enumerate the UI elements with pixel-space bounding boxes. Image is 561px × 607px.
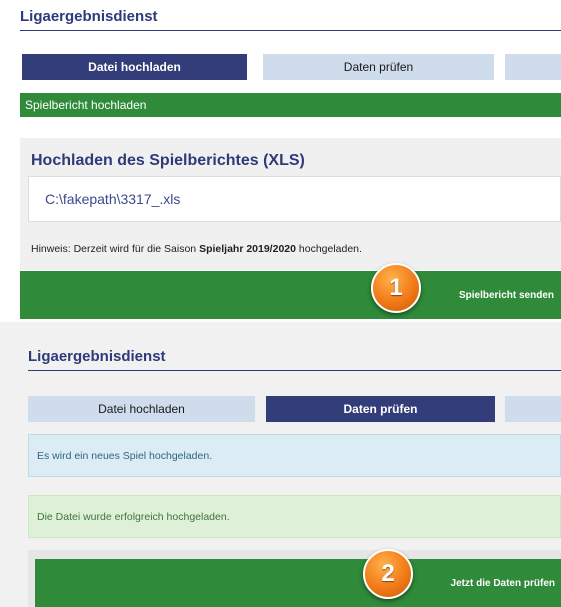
hint-suffix: hochgeladen. xyxy=(295,243,362,255)
app-title: Ligaergebnisdienst xyxy=(20,8,158,25)
hint-season: Spieljahr 2019/2020 xyxy=(199,243,296,255)
step-2-marker: 2 xyxy=(363,549,413,599)
submit-spielbericht-button[interactable]: Spielbericht senden xyxy=(20,271,561,319)
tab-daten-pruefen[interactable]: Daten prüfen xyxy=(263,54,494,80)
card-title: Hochladen des Spielberichtes (XLS) xyxy=(31,152,305,169)
upload-screen: Ligaergebnisdienst Datei hochladen Daten… xyxy=(0,0,561,322)
step-1-marker: 1 xyxy=(371,263,421,313)
upload-card: Hochladen des Spielberichtes (XLS) C:\fa… xyxy=(20,138,561,270)
tab-next[interactable] xyxy=(505,54,561,80)
tab-datei-hochladen-2[interactable]: Datei hochladen xyxy=(28,396,255,422)
hint-prefix: Hinweis: Derzeit wird für die Saison xyxy=(31,243,200,255)
tab-next-2[interactable] xyxy=(505,396,561,422)
title-divider xyxy=(20,30,561,31)
section-header-spielbericht: Spielbericht hochladen xyxy=(20,93,561,117)
check-label: Jetzt die Daten prüfen xyxy=(450,577,555,589)
check-screen: Ligaergebnisdienst Datei hochladen Daten… xyxy=(0,322,561,607)
file-input[interactable]: C:\fakepath\3317_.xls xyxy=(28,176,561,222)
submit-label: Spielbericht senden xyxy=(458,289,554,301)
info-alert: Es wird ein neues Spiel hochgeladen. xyxy=(28,434,561,477)
season-hint: Hinweis: Derzeit wird für die Saison Spi… xyxy=(31,243,362,255)
title-divider-2 xyxy=(28,370,561,371)
success-alert: Die Datei wurde erfolgreich hochgeladen. xyxy=(28,495,561,538)
check-data-button[interactable]: Jetzt die Daten prüfen xyxy=(35,559,561,607)
tab-daten-pruefen-2[interactable]: Daten prüfen xyxy=(266,396,495,422)
app-title-2: Ligaergebnisdienst xyxy=(28,348,166,365)
tab-datei-hochladen[interactable]: Datei hochladen xyxy=(22,54,247,80)
